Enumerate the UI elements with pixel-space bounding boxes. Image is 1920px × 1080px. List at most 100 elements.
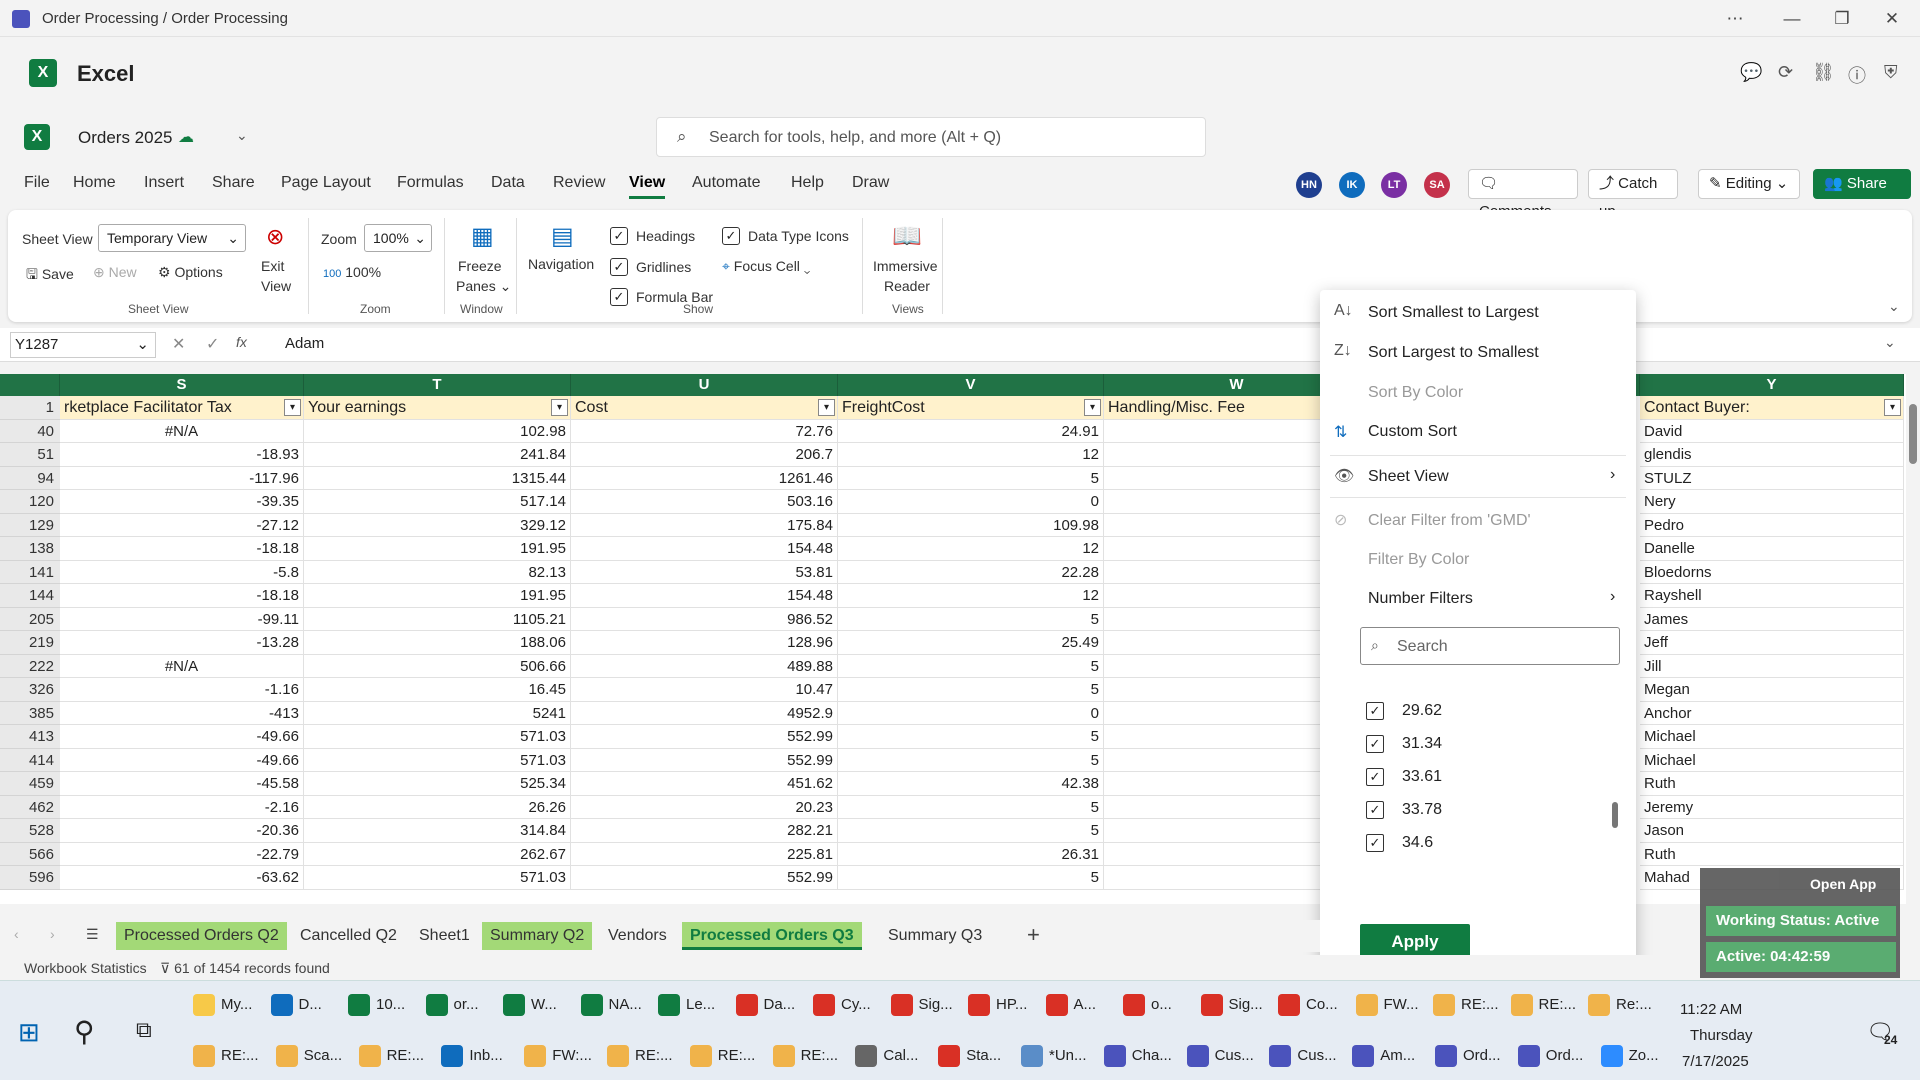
checkbox[interactable]: ✓ bbox=[1366, 768, 1384, 786]
filter-value-item[interactable]: ✓ 33.78 bbox=[1366, 801, 1442, 819]
vertical-scrollbar[interactable] bbox=[1906, 374, 1920, 904]
row-number[interactable]: 414 bbox=[0, 748, 60, 772]
menu-review[interactable]: Review bbox=[553, 174, 605, 192]
table-cell[interactable]: -45.58 bbox=[60, 772, 304, 796]
sort-descending-item[interactable]: Sort Largest to Smallest bbox=[1368, 344, 1539, 362]
catch-up-button[interactable]: ⤴ Catch up bbox=[1588, 169, 1678, 220]
table-cell[interactable]: 26.31 bbox=[838, 842, 1104, 866]
row-number[interactable]: 144 bbox=[0, 584, 60, 608]
table-cell[interactable]: 16.45 bbox=[304, 678, 571, 702]
custom-sort-item[interactable]: Custom Sort bbox=[1368, 423, 1457, 441]
menu-page-layout[interactable]: Page Layout bbox=[281, 174, 371, 192]
table-cell[interactable]: Bloedorns bbox=[1640, 560, 1904, 584]
taskbar-app[interactable]: NA... bbox=[580, 985, 642, 1025]
taskbar-app[interactable]: Le... bbox=[658, 985, 715, 1025]
taskbar-app[interactable]: Sta... bbox=[938, 1036, 1001, 1076]
sheet-tab[interactable]: Summary Q2 bbox=[482, 922, 593, 950]
table-cell[interactable]: 5 bbox=[838, 748, 1104, 772]
column-header-u[interactable]: U bbox=[571, 374, 838, 396]
header-cell-u[interactable]: Cost ▾ bbox=[571, 396, 838, 420]
taskbar-app[interactable]: Sca... bbox=[275, 1036, 342, 1076]
table-cell[interactable]: 525.34 bbox=[304, 772, 571, 796]
chevron-down-icon[interactable]: ⌄ bbox=[236, 127, 248, 144]
table-cell[interactable]: -22.79 bbox=[60, 842, 304, 866]
table-cell[interactable]: 5 bbox=[838, 607, 1104, 631]
table-cell[interactable]: Michael bbox=[1640, 725, 1904, 749]
table-cell[interactable]: -49.66 bbox=[60, 725, 304, 749]
menu-data[interactable]: Data bbox=[491, 174, 525, 192]
save-button[interactable]: 🖫 Save bbox=[26, 264, 74, 288]
select-all[interactable] bbox=[0, 374, 60, 396]
row-number[interactable]: 528 bbox=[0, 819, 60, 843]
gridlines-checkbox[interactable]: ✓ bbox=[610, 258, 628, 276]
sheet-list-icon[interactable]: ☰ bbox=[86, 926, 99, 943]
row-number[interactable]: 94 bbox=[0, 466, 60, 490]
table-cell[interactable]: -27.12 bbox=[60, 513, 304, 537]
table-cell[interactable]: Jason bbox=[1640, 819, 1904, 843]
taskbar-app[interactable]: RE:... bbox=[358, 1036, 424, 1076]
taskbar-app[interactable]: Co... bbox=[1278, 985, 1338, 1025]
table-cell[interactable]: 10.47 bbox=[571, 678, 838, 702]
table-cell[interactable]: -18.18 bbox=[60, 537, 304, 561]
table-cell[interactable]: 191.95 bbox=[304, 584, 571, 608]
column-header-t[interactable]: T bbox=[304, 374, 571, 396]
table-cell[interactable]: 5 bbox=[838, 725, 1104, 749]
table-cell[interactable]: -18.18 bbox=[60, 584, 304, 608]
zoom-100-button[interactable]: 100 100% bbox=[323, 264, 381, 280]
table-cell[interactable]: 53.81 bbox=[571, 560, 838, 584]
filter-search-input[interactable]: ⌕ Search bbox=[1360, 627, 1620, 665]
table-cell[interactable]: 571.03 bbox=[304, 725, 571, 749]
taskbar-app[interactable]: 10... bbox=[348, 985, 405, 1025]
table-cell[interactable]: Jill bbox=[1640, 654, 1904, 678]
refresh-icon[interactable]: ⟳ bbox=[1778, 62, 1793, 83]
chat-icon[interactable]: 💬 bbox=[1740, 62, 1762, 83]
column-header-y[interactable]: Y bbox=[1640, 374, 1904, 396]
open-app-link[interactable]: Open App bbox=[1810, 876, 1876, 892]
table-cell[interactable]: James bbox=[1640, 607, 1904, 631]
header-cell-s[interactable]: rketplace Facilitator Tax ▾ bbox=[60, 396, 304, 420]
row-number[interactable]: 40 bbox=[0, 419, 60, 443]
table-cell[interactable]: 5 bbox=[838, 795, 1104, 819]
zoom-dropdown[interactable]: 100% ⌄ bbox=[364, 224, 432, 252]
table-cell[interactable]: 4952.9 bbox=[571, 701, 838, 725]
table-cell[interactable]: 25.49 bbox=[838, 631, 1104, 655]
table-cell[interactable]: -1.16 bbox=[60, 678, 304, 702]
menu-share[interactable]: Share bbox=[212, 174, 255, 192]
taskbar-app[interactable]: Inb... bbox=[441, 1036, 503, 1076]
table-cell[interactable]: 552.99 bbox=[571, 866, 838, 890]
table-cell[interactable]: Nery bbox=[1640, 490, 1904, 514]
table-cell[interactable]: Rayshell bbox=[1640, 584, 1904, 608]
table-cell[interactable]: 451.62 bbox=[571, 772, 838, 796]
table-cell[interactable]: 5 bbox=[838, 866, 1104, 890]
add-sheet-icon[interactable]: + bbox=[1027, 922, 1040, 948]
sort-ascending-item[interactable]: Sort Smallest to Largest bbox=[1368, 304, 1539, 322]
taskbar-app[interactable]: FW... bbox=[1355, 985, 1419, 1025]
table-cell[interactable]: 1105.21 bbox=[304, 607, 571, 631]
table-cell[interactable]: 42.38 bbox=[838, 772, 1104, 796]
column-header-s[interactable]: S bbox=[60, 374, 304, 396]
filter-value-item[interactable]: ✓ 33.61 bbox=[1366, 768, 1442, 786]
row-number[interactable]: 120 bbox=[0, 490, 60, 514]
menu-formulas[interactable]: Formulas bbox=[397, 174, 464, 192]
table-cell[interactable]: 1315.44 bbox=[304, 466, 571, 490]
filter-button[interactable]: ▾ bbox=[1084, 399, 1101, 416]
table-cell[interactable]: 503.16 bbox=[571, 490, 838, 514]
taskbar-app[interactable]: A... bbox=[1045, 985, 1096, 1025]
checkbox[interactable]: ✓ bbox=[1366, 801, 1384, 819]
table-cell[interactable]: 102.98 bbox=[304, 419, 571, 443]
table-cell[interactable]: 191.95 bbox=[304, 537, 571, 561]
table-cell[interactable]: 5 bbox=[838, 678, 1104, 702]
table-cell[interactable]: -39.35 bbox=[60, 490, 304, 514]
table-cell[interactable]: 109.98 bbox=[838, 513, 1104, 537]
avatar[interactable]: SA bbox=[1424, 172, 1450, 198]
taskbar-app[interactable]: *Un... bbox=[1021, 1036, 1087, 1076]
sheet-tab[interactable]: Vendors bbox=[600, 922, 675, 950]
table-cell[interactable]: #N/A bbox=[60, 419, 304, 443]
fx-icon[interactable]: fx bbox=[236, 334, 247, 350]
clock-time[interactable]: 11:22 AM bbox=[1680, 1001, 1742, 1018]
exit-label[interactable]: Exit bbox=[261, 258, 284, 274]
immersive-reader-icon[interactable]: 📖 bbox=[892, 222, 922, 251]
taskbar-app[interactable]: Sig... bbox=[890, 985, 953, 1025]
panes-label[interactable]: Panes ⌄ bbox=[456, 278, 511, 295]
filter-button[interactable]: ▾ bbox=[818, 399, 835, 416]
